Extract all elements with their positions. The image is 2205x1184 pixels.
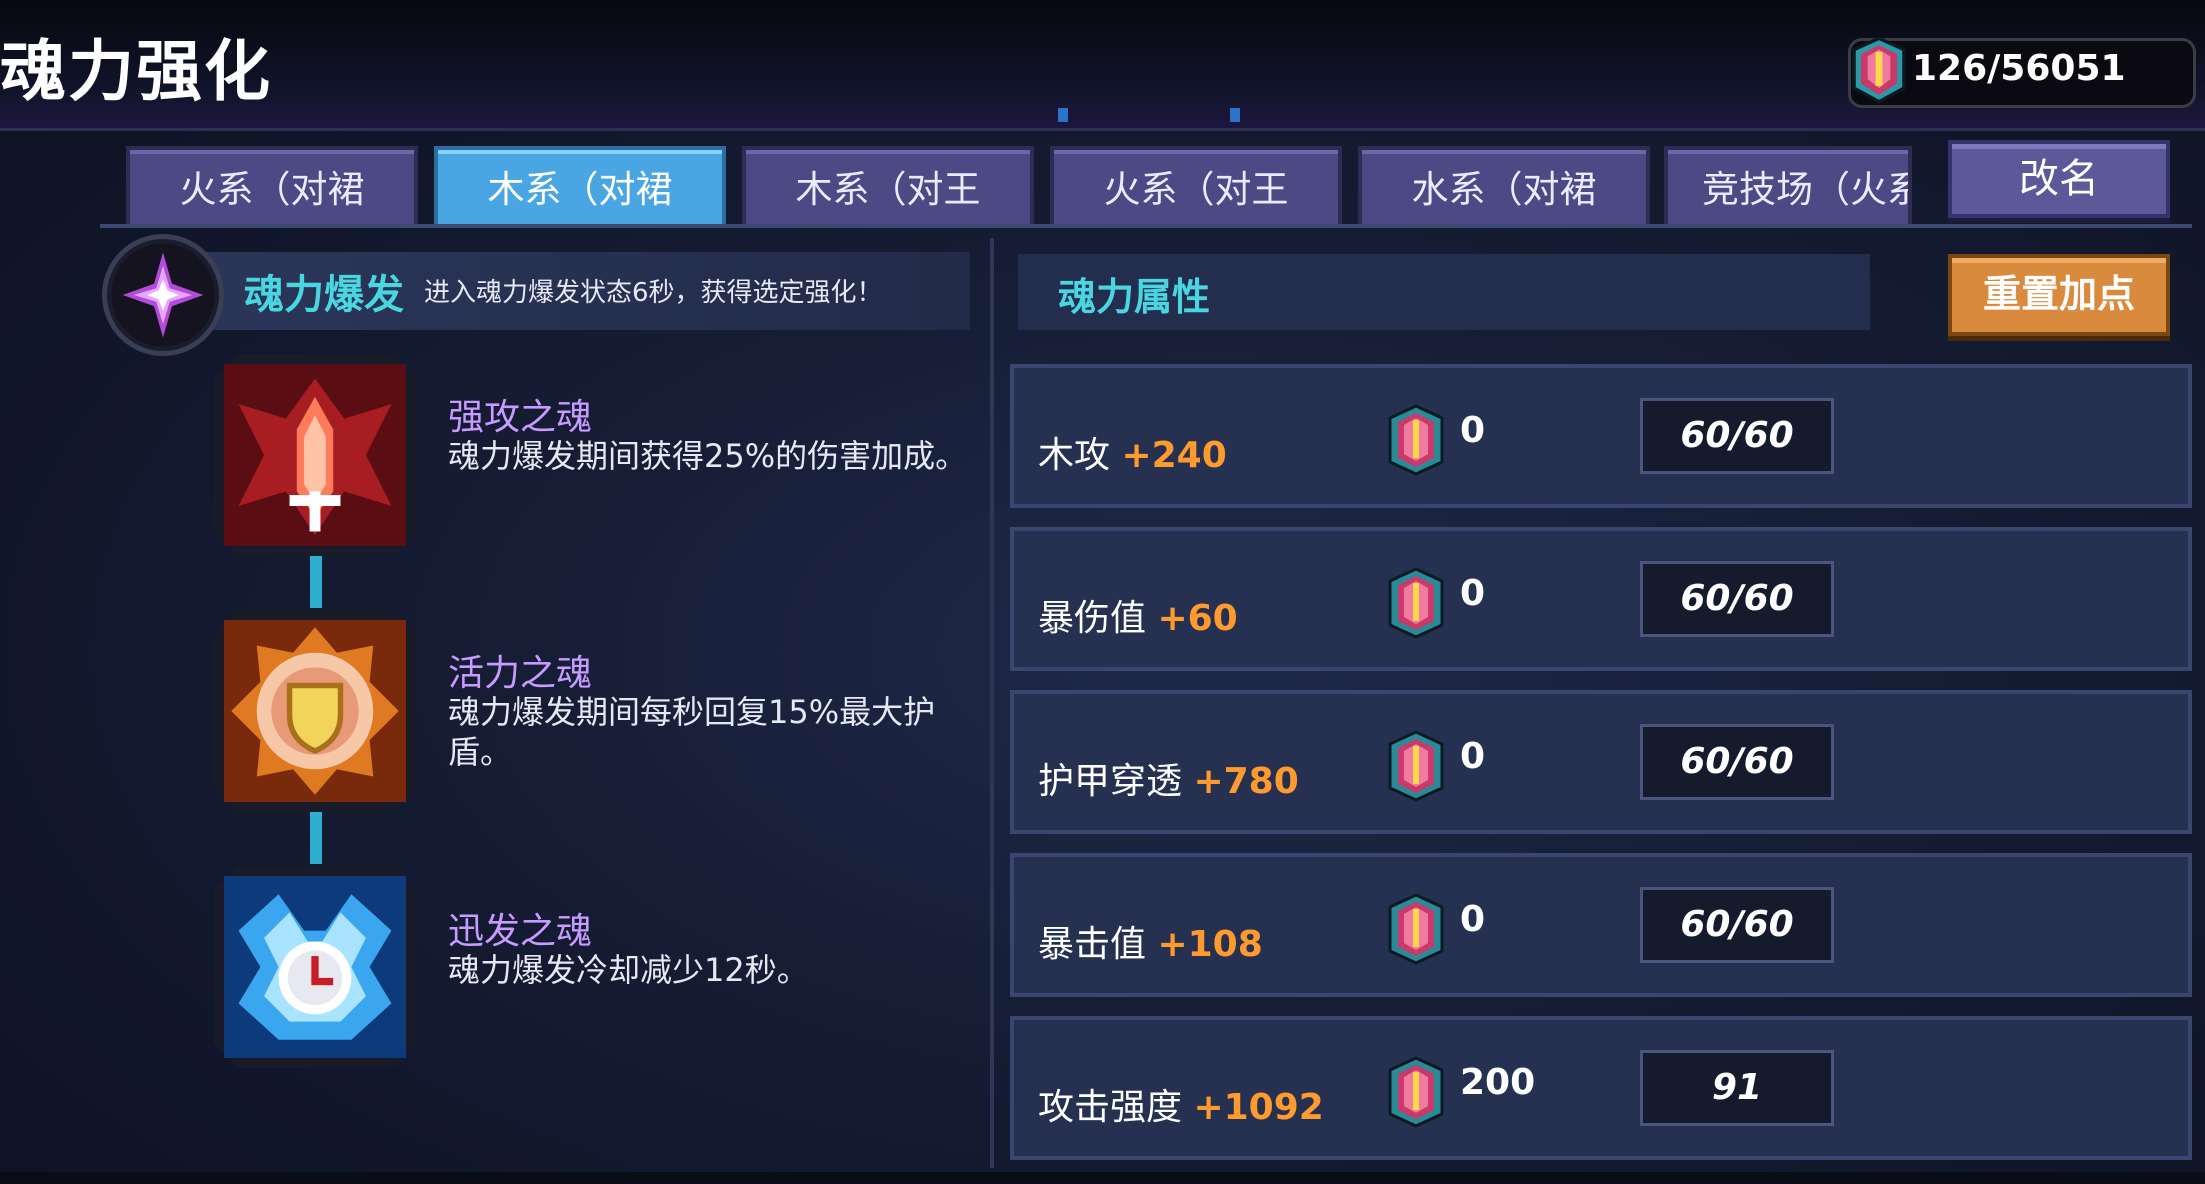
skill-name: 活力之魂 (448, 653, 593, 694)
attribute-row[interactable]: 攻击强度 +1092 200 91 (1010, 1016, 2192, 1160)
assault-soul-icon[interactable] (224, 364, 406, 546)
attribute-points: 0 (1460, 899, 1486, 940)
soul-gem-icon (1388, 1056, 1444, 1128)
attribute-cap: 60/60 (1640, 398, 1834, 474)
reset-points-button[interactable]: 重置加点 (1948, 254, 2170, 336)
decoration (1058, 108, 1068, 122)
tab-arena-fire[interactable]: 竞技场（火系 (1664, 146, 1912, 226)
attribute-bonus: +108 (1157, 924, 1263, 965)
attribute-name: 暴伤值 (1038, 598, 1147, 639)
tab-wood-vs-boss[interactable]: 木系（对王 (742, 146, 1034, 226)
attribute-label: 攻击强度 +1092 (1038, 1078, 1324, 1130)
vitality-soul-icon[interactable] (224, 620, 406, 802)
soul-gem-icon (1388, 893, 1444, 965)
soul-gem-icon (1388, 404, 1444, 476)
tab-water-vs-group[interactable]: 水系（对裙 (1358, 146, 1650, 226)
attribute-row[interactable]: 暴伤值 +60 0 60/60 (1010, 527, 2192, 671)
skill-description: 魂力爆发期间获得25%的伤害加成。 (448, 437, 968, 475)
tab-fire-vs-group[interactable]: 火系（对裙 (126, 146, 418, 226)
rename-button[interactable]: 改名 (1948, 140, 2170, 218)
skill-name: 强攻之魂 (448, 397, 593, 438)
attribute-label: 暴击值 +108 (1038, 915, 1263, 967)
soul-burst-icon (102, 234, 224, 356)
attribute-points: 0 (1460, 573, 1486, 614)
attribute-points: 200 (1460, 1062, 1536, 1103)
attribute-name: 暴击值 (1038, 924, 1147, 965)
skill-connector (310, 812, 322, 864)
skill-connector (310, 556, 322, 608)
page-title: 魂力强化 (0, 33, 272, 110)
attribute-cap: 91 (1640, 1050, 1834, 1126)
soul-gem-icon (1388, 567, 1444, 639)
attribute-name: 木攻 (1038, 435, 1111, 476)
tab-wood-vs-group[interactable]: 木系（对裙 (434, 146, 726, 226)
bottom-bar (0, 1172, 2205, 1184)
skill-description: 魂力爆发期间每秒回复15%最大护盾。 (448, 693, 936, 771)
soul-burst-description: 进入魂力爆发状态6秒，获得选定强化！ (424, 278, 883, 308)
attribute-row[interactable]: 暴击值 +108 0 60/60 (1010, 853, 2192, 997)
swift-soul-icon[interactable] (224, 876, 406, 1058)
soul-gem-icon (1388, 730, 1444, 802)
divider (100, 224, 2192, 228)
attribute-cap: 60/60 (1640, 561, 1834, 637)
tab-fire-vs-boss[interactable]: 火系（对王 (1050, 146, 1342, 226)
attribute-bonus: +780 (1193, 761, 1299, 802)
attributes-title: 魂力属性 (1058, 275, 1211, 319)
panel-divider (990, 238, 994, 1168)
attribute-bonus: +60 (1157, 598, 1238, 639)
attribute-row[interactable]: 木攻 +240 0 60/60 (1010, 364, 2192, 508)
attribute-cap: 60/60 (1640, 724, 1834, 800)
attribute-bonus: +1092 (1193, 1087, 1324, 1128)
decoration (1230, 108, 1240, 122)
attribute-row[interactable]: 护甲穿透 +780 0 60/60 (1010, 690, 2192, 834)
attribute-name: 攻击强度 (1038, 1087, 1183, 1128)
attribute-bonus: +240 (1121, 435, 1227, 476)
attribute-label: 护甲穿透 +780 (1038, 752, 1299, 804)
attribute-points: 0 (1460, 736, 1486, 777)
attribute-label: 木攻 +240 (1038, 426, 1227, 478)
attribute-cap: 60/60 (1640, 887, 1834, 963)
skill-description: 魂力爆发冷却减少12秒。 (448, 951, 809, 989)
attribute-points: 0 (1460, 410, 1486, 451)
attribute-label: 暴伤值 +60 (1038, 589, 1238, 641)
attribute-name: 护甲穿透 (1038, 761, 1183, 802)
soul-gem-icon (1852, 36, 1906, 104)
soul-burst-title: 魂力爆发 (244, 272, 404, 318)
currency-value: 126/56051 (1912, 48, 2126, 89)
skill-name: 迅发之魂 (448, 911, 593, 952)
